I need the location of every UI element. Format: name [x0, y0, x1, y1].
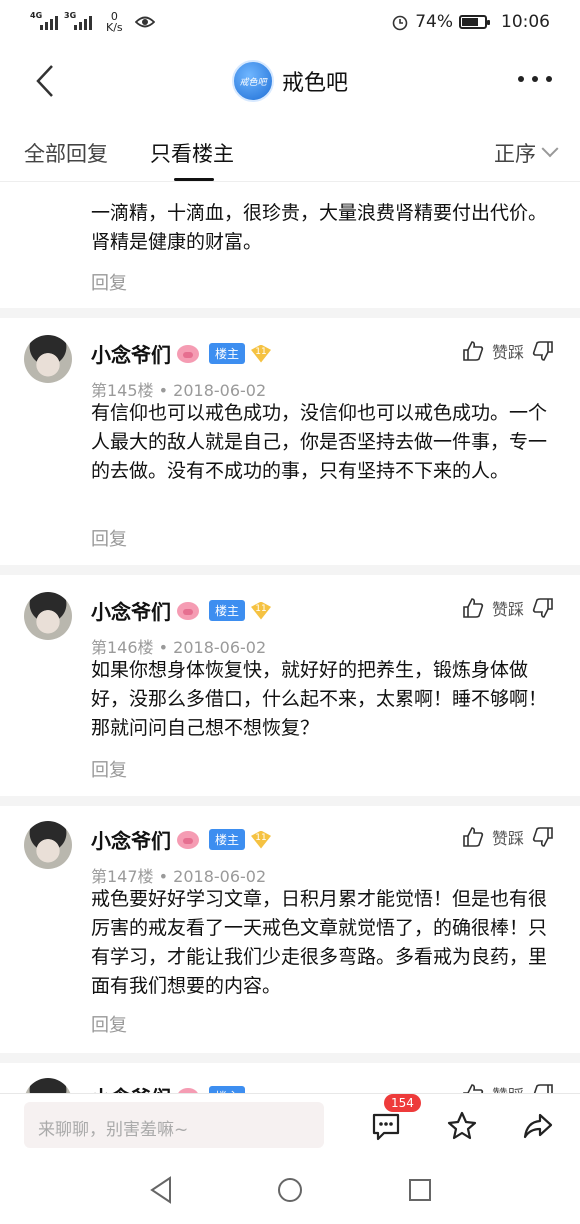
thumbs-up-icon[interactable] [462, 340, 484, 362]
star-icon[interactable] [446, 1110, 478, 1142]
alarm-icon [392, 15, 408, 31]
battery-icon [459, 15, 490, 29]
floor-number: 第147楼 [91, 867, 154, 886]
level-badge-icon: 11 [251, 344, 272, 363]
thumbs-down-icon[interactable] [532, 1083, 554, 1093]
comment-input[interactable]: 来聊聊，别害羞嘛~ [24, 1102, 324, 1148]
network-speed: 0 K/s [106, 10, 123, 34]
pig-emoji-icon [177, 830, 199, 849]
vote-controls: 赞踩 [462, 339, 554, 363]
reply-button[interactable]: 回复 [91, 525, 127, 551]
nav-recent-icon[interactable] [405, 1175, 435, 1205]
tab-op-only[interactable]: 只看楼主 [150, 138, 234, 168]
op-badge: 楼主 [209, 829, 246, 850]
post-meta: 第145楼 • 2018-06-02 [91, 381, 267, 400]
vote-controls: 赞踩 [462, 1082, 554, 1093]
username[interactable]: 小念爷们 [91, 825, 171, 854]
sort-label: 正序 [494, 142, 536, 166]
tab-bar: 全部回复 只看楼主 正序 [0, 118, 580, 182]
op-badge: 楼主 [209, 600, 246, 621]
floor-number: 第145楼 [91, 381, 154, 400]
username[interactable]: 小念爷们 [91, 596, 171, 625]
username[interactable]: 小念爷们 [91, 339, 171, 368]
forum-title[interactable]: 戒色吧 戒色吧 [231, 60, 348, 102]
divider [0, 565, 580, 575]
bottom-action-bar: 来聊聊，别害羞嘛~ 154 [0, 1093, 580, 1155]
tab-all-replies[interactable]: 全部回复 [24, 138, 108, 168]
avatar[interactable] [24, 592, 72, 640]
level-badge-icon: 11 [251, 830, 272, 849]
divider [0, 308, 580, 318]
chevron-down-icon [541, 140, 559, 158]
forum-name: 戒色吧 [281, 71, 348, 96]
post-date: 2018-06-02 [173, 381, 267, 400]
vote-controls: 赞踩 [462, 825, 554, 849]
vote-label: 赞踩 [491, 829, 524, 848]
avatar[interactable] [24, 821, 72, 869]
divider [0, 796, 580, 806]
op-badge: 楼主 [209, 1086, 246, 1093]
nav-back-icon[interactable] [146, 1175, 176, 1205]
reply-button[interactable]: 回复 [91, 269, 127, 295]
reply-button[interactable]: 回复 [91, 1011, 127, 1037]
post-text: 戒色要好好学习文章，日积月累才能觉悟！但是也有很厉害的戒友看了一天戒色文章就觉悟… [91, 888, 548, 997]
post-meta: 第147楼 • 2018-06-02 [91, 867, 267, 886]
thumbs-up-icon[interactable] [462, 597, 484, 619]
post-text: 有信仰也可以戒色成功，没信仰也可以戒色成功。一个人最大的敌人就是自己，你是否坚持… [91, 402, 548, 482]
system-nav-bar [0, 1155, 580, 1224]
thumbs-up-icon[interactable] [462, 826, 484, 848]
signal-icon: 3G [64, 12, 92, 30]
status-bar: 4G 3G 0 K/s 74% 10:06 [0, 0, 580, 44]
thumbs-down-icon[interactable] [532, 826, 554, 848]
avatar[interactable] [24, 1078, 72, 1093]
share-icon[interactable] [522, 1110, 554, 1142]
thumbs-down-icon[interactable] [532, 597, 554, 619]
op-badge: 楼主 [209, 343, 246, 364]
vote-label: 赞踩 [492, 1082, 524, 1093]
pig-emoji-icon [177, 601, 199, 620]
reply-button[interactable]: 回复 [91, 756, 127, 782]
comment-count-badge: 154 [384, 1094, 421, 1112]
pig-emoji-icon [177, 344, 199, 363]
top-header: 戒色吧 戒色吧 [0, 44, 580, 118]
comment-icon[interactable] [370, 1110, 402, 1142]
more-icon[interactable] [518, 76, 552, 82]
vote-controls: 赞踩 [462, 596, 554, 620]
post-date: 2018-06-02 [173, 638, 267, 657]
forum-logo: 戒色吧 [231, 60, 274, 102]
tab-indicator [174, 178, 214, 181]
eye-icon [134, 16, 155, 28]
level-badge-icon: 11 [251, 601, 272, 620]
post-text: 如果你想身体恢复快，就好好的把养生，锻炼身体做好，没那么多借口，什么起不来，太累… [91, 659, 548, 739]
vote-label: 赞踩 [491, 343, 524, 362]
signal-icon: 4G [30, 12, 58, 30]
divider [0, 1053, 580, 1063]
post-meta: 第146楼 • 2018-06-02 [91, 638, 267, 657]
username[interactable]: 小念爷们 [91, 1082, 171, 1093]
post-date: 2018-06-02 [173, 867, 267, 886]
sort-toggle[interactable]: 正序 [494, 138, 559, 168]
nav-home-icon[interactable] [275, 1175, 305, 1205]
thumbs-down-icon[interactable] [532, 340, 554, 362]
reply-list: 一滴精，十滴血，很珍贵，大量浪费肾精要付出代价。肾精是健康的财富。 回复 小念爷… [0, 183, 580, 1093]
thumbs-up-icon[interactable] [462, 1083, 484, 1093]
floor-number: 第146楼 [91, 638, 154, 657]
battery-percent: 74% [415, 12, 453, 32]
avatar[interactable] [24, 335, 72, 383]
back-icon[interactable] [30, 62, 64, 100]
vote-label: 赞踩 [491, 600, 524, 619]
post-text: 一滴精，十滴血，很珍贵，大量浪费肾精要付出代价。肾精是健康的财富。 [91, 202, 548, 253]
clock: 10:06 [501, 12, 550, 32]
